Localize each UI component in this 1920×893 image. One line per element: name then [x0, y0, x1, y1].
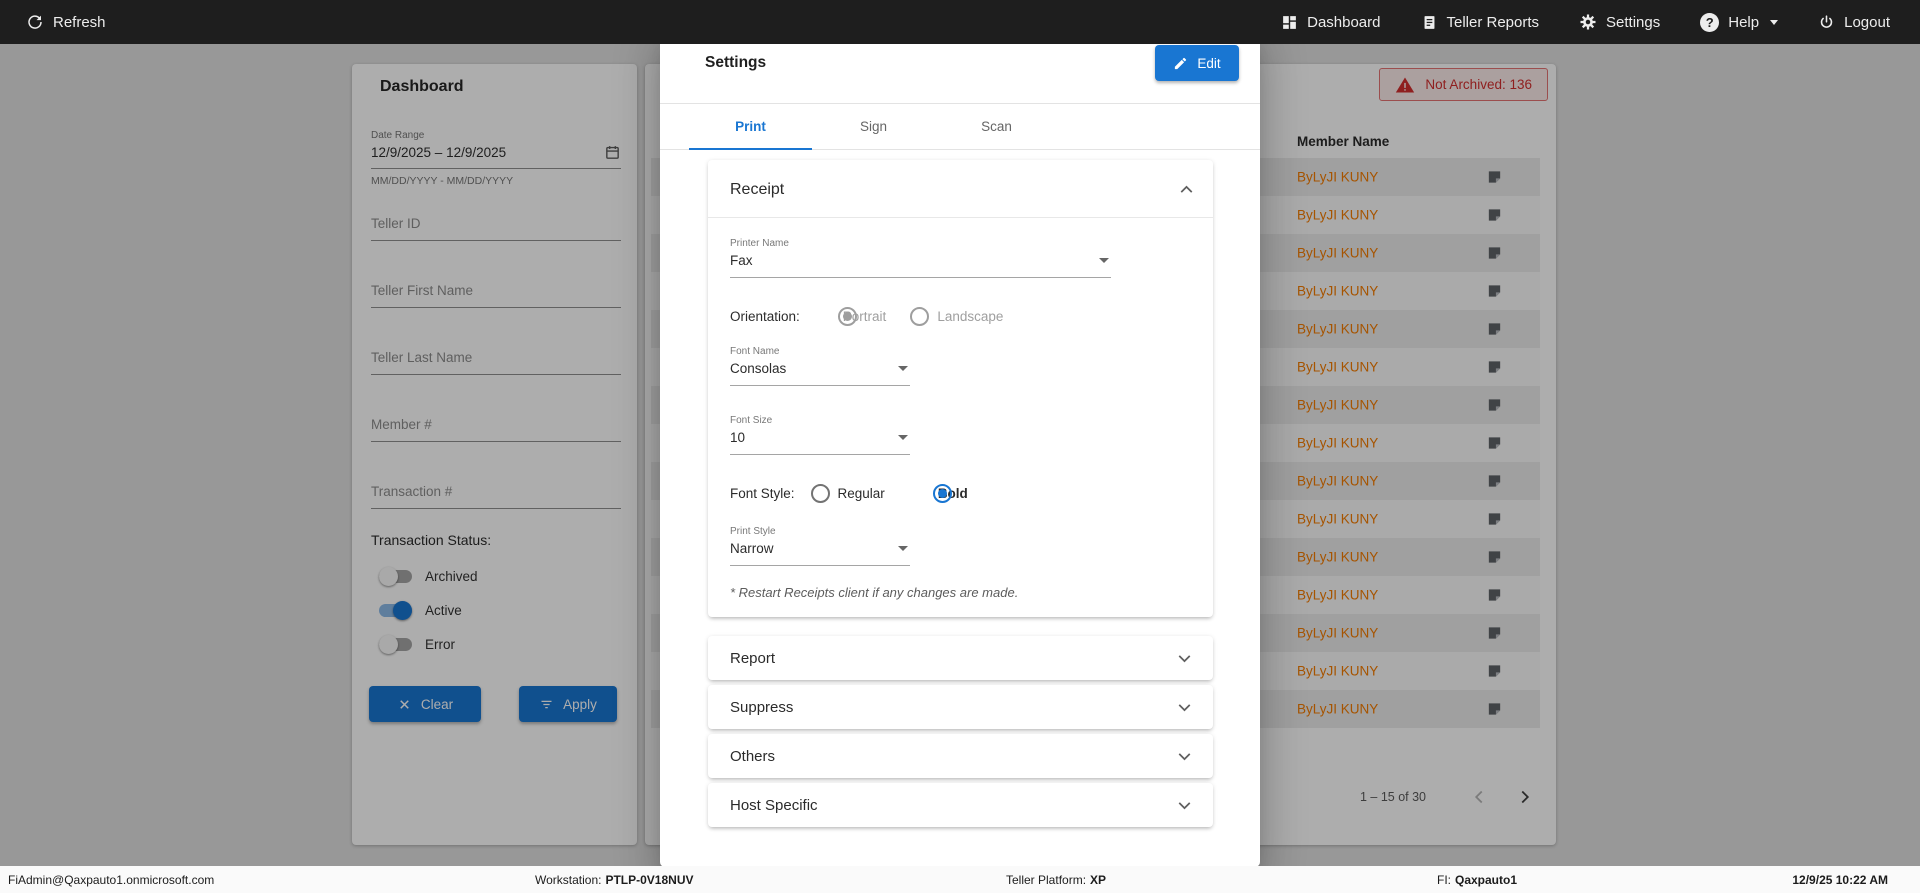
nav-help[interactable]: ? Help — [1700, 13, 1778, 32]
nav-logout-label: Logout — [1844, 14, 1890, 31]
font-size-dropdown[interactable]: 10 — [730, 426, 910, 455]
print-style-select: Print Style Narrow — [730, 526, 910, 566]
nav-settings-label: Settings — [1606, 14, 1660, 31]
collapse-receipt-button[interactable] — [1176, 179, 1197, 200]
chevron-down-icon — [1174, 648, 1195, 669]
refresh-label: Refresh — [53, 14, 106, 31]
teller-platform-value: XP — [1090, 873, 1106, 887]
settings-dialog: Settings Edit Print Sign Scan Receipt — [660, 27, 1260, 867]
workstation-info: Workstation: PTLP-0V18NUV — [535, 873, 694, 887]
accordion-title: Report — [730, 650, 775, 667]
landscape-label: Landscape — [937, 309, 1003, 324]
orientation-group: Orientation: Portrait Landscape — [730, 302, 1027, 330]
accordion-section[interactable]: Others — [708, 734, 1213, 778]
accordion-section[interactable]: Report — [708, 636, 1213, 680]
restart-note: * Restart Receipts client if any changes… — [730, 585, 1018, 600]
accordion-title: Others — [730, 748, 775, 765]
font-size-select: Font Size 10 — [730, 415, 910, 455]
edit-button-label: Edit — [1197, 56, 1220, 71]
nav-logout[interactable]: Logout — [1818, 14, 1890, 31]
teller-platform-label: Teller Platform: — [1006, 873, 1086, 887]
orientation-label: Orientation: — [730, 309, 800, 324]
refresh-icon — [26, 13, 44, 31]
fi-info: FI: Qaxpauto1 — [1437, 873, 1517, 887]
chevron-down-icon — [1174, 746, 1195, 767]
workstation-value: PTLP-0V18NUV — [605, 873, 693, 887]
top-nav: Dashboard Teller Reports — [1281, 13, 1890, 32]
chevron-down-icon — [1770, 20, 1778, 25]
font-size-label: Font Size — [730, 415, 910, 426]
font-name-label: Font Name — [730, 346, 910, 357]
portrait-radio — [838, 307, 857, 326]
printer-name-label: Printer Name — [730, 238, 1111, 249]
dropdown-arrow-icon — [898, 435, 908, 440]
edit-button[interactable]: Edit — [1155, 45, 1239, 81]
landscape-radio — [910, 307, 929, 326]
chevron-up-icon — [1176, 179, 1197, 200]
dropdown-arrow-icon — [898, 366, 908, 371]
accordion-title: Host Specific — [730, 797, 818, 814]
logged-in-user: FiAdmin@Qaxpauto1.onmicrosoft.com — [8, 873, 214, 887]
dialog-title: Settings — [705, 54, 766, 72]
accordion-section[interactable]: Suppress — [708, 685, 1213, 729]
fi-label: FI: — [1437, 873, 1451, 887]
reports-icon — [1421, 14, 1438, 31]
refresh-button[interactable]: Refresh — [26, 13, 106, 31]
divider — [708, 217, 1213, 218]
font-name-select: Font Name Consolas — [730, 346, 910, 386]
nav-dashboard[interactable]: Dashboard — [1281, 14, 1380, 31]
status-datetime: 12/9/25 10:22 AM — [1792, 873, 1888, 887]
dashboard-icon — [1281, 14, 1298, 31]
gear-icon — [1579, 13, 1597, 31]
chevron-down-icon — [1174, 697, 1195, 718]
status-bar: FiAdmin@Qaxpauto1.onmicrosoft.com Workst… — [0, 866, 1920, 893]
font-style-group: Font Style: Regular Bold — [730, 480, 968, 506]
workstation-label: Workstation: — [535, 873, 601, 887]
font-size-value: 10 — [730, 430, 745, 445]
printer-name-dropdown[interactable]: Fax — [730, 249, 1111, 278]
print-style-label: Print Style — [730, 526, 910, 537]
app-window: Refresh Dashboard Teller Reports — [0, 0, 1920, 893]
print-style-value: Narrow — [730, 541, 774, 556]
chevron-down-icon — [1174, 795, 1195, 816]
printer-name-select: Printer Name Fax — [730, 238, 1111, 278]
regular-radio[interactable] — [811, 484, 830, 503]
dropdown-arrow-icon — [898, 546, 908, 551]
settings-sections: Report Suppress Others — [708, 636, 1213, 832]
print-style-dropdown[interactable]: Narrow — [730, 537, 910, 566]
nav-teller-reports-label: Teller Reports — [1447, 14, 1540, 31]
help-icon: ? — [1700, 13, 1719, 32]
fi-value: Qaxpauto1 — [1455, 873, 1517, 887]
tab-sign[interactable]: Sign — [812, 104, 935, 149]
receipt-panel-title: Receipt — [730, 181, 784, 199]
settings-tabs: Print Sign Scan — [660, 104, 1260, 150]
printer-name-value: Fax — [730, 253, 753, 268]
nav-settings[interactable]: Settings — [1579, 13, 1660, 31]
font-style-label: Font Style: — [730, 486, 795, 501]
accordion-title: Suppress — [730, 699, 793, 716]
font-name-dropdown[interactable]: Consolas — [730, 357, 910, 386]
dropdown-arrow-icon — [1099, 258, 1109, 263]
bold-radio[interactable] — [933, 484, 952, 503]
teller-platform-info: Teller Platform: XP — [1006, 873, 1106, 887]
nav-dashboard-label: Dashboard — [1307, 14, 1380, 31]
tab-scan[interactable]: Scan — [935, 104, 1058, 149]
nav-help-label: Help — [1728, 14, 1759, 31]
tab-print[interactable]: Print — [689, 104, 812, 149]
top-bar: Refresh Dashboard Teller Reports — [0, 0, 1920, 44]
accordion-section[interactable]: Host Specific — [708, 783, 1213, 827]
font-name-value: Consolas — [730, 361, 786, 376]
nav-teller-reports[interactable]: Teller Reports — [1421, 14, 1540, 31]
receipt-panel: Receipt Printer Name Fax Orientation: Po… — [708, 160, 1213, 617]
pencil-icon — [1173, 56, 1188, 71]
regular-label: Regular — [838, 486, 885, 501]
power-icon — [1818, 14, 1835, 31]
